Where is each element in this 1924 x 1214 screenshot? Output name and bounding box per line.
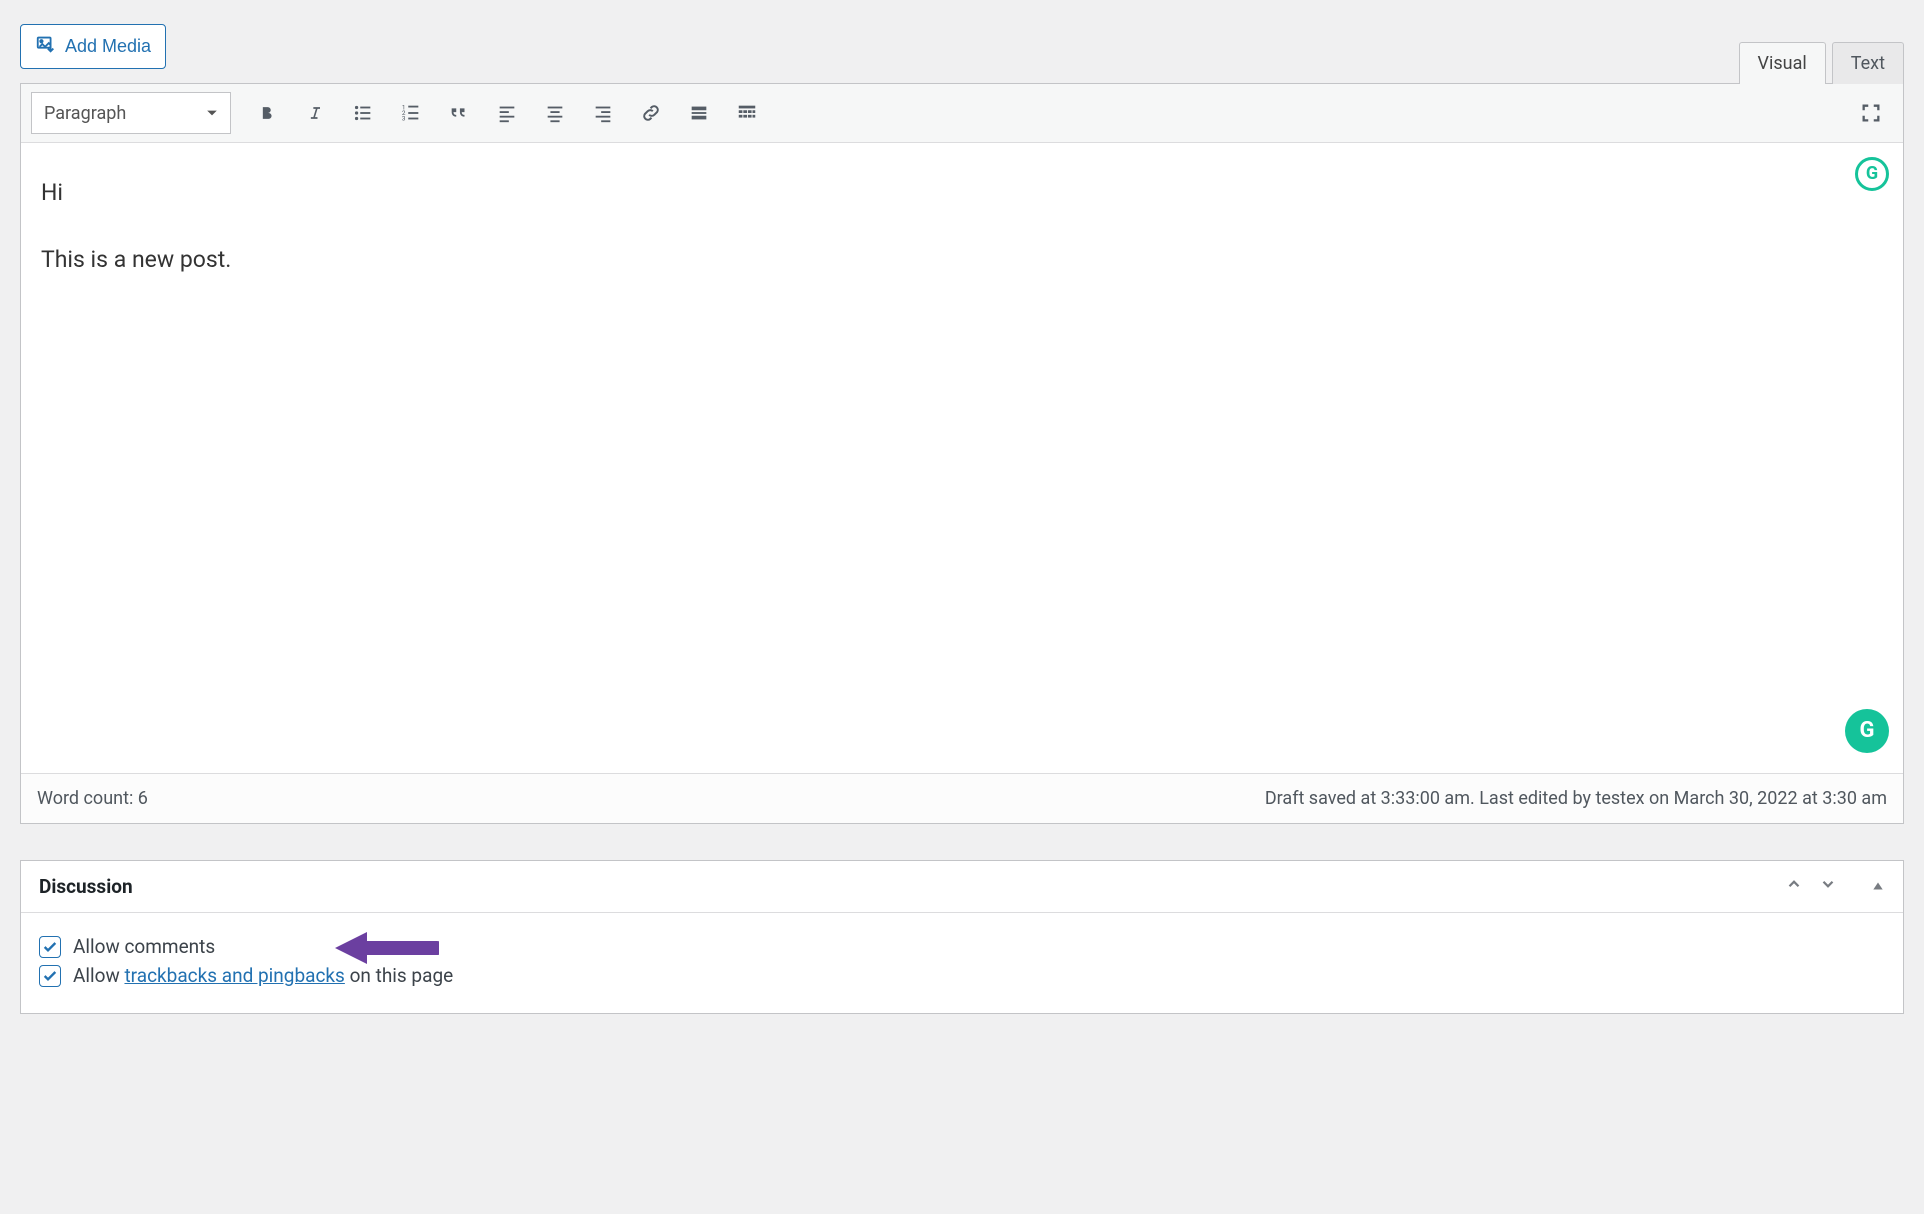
grammarly-icon[interactable]: G [1855,157,1889,191]
tab-text[interactable]: Text [1832,42,1904,84]
add-media-label: Add Media [65,36,151,57]
toolbar-toggle-button[interactable] [725,92,769,134]
allow-trackbacks-checkbox[interactable] [39,965,61,987]
align-center-button[interactable] [533,92,577,134]
blockquote-button[interactable] [437,92,481,134]
trackbacks-link[interactable]: trackbacks and pingbacks [124,964,344,987]
allow-trackbacks-label: Allow trackbacks and pingbacks on this p… [73,964,453,987]
fullscreen-button[interactable] [1849,92,1893,134]
status-bar: Word count: 6 Draft saved at 3:33:00 am.… [21,773,1903,823]
svg-text:3: 3 [402,114,406,122]
chevron-down-icon [206,103,218,124]
link-button[interactable] [629,92,673,134]
editor-toolbar: Paragraph 123 [21,84,1903,143]
numbered-list-button[interactable]: 123 [389,92,433,134]
bullet-list-button[interactable] [341,92,385,134]
align-right-button[interactable] [581,92,625,134]
word-count: Word count: 6 [37,788,148,809]
content-line: Hi [41,173,1883,212]
bold-button[interactable] [245,92,289,134]
allow-comments-label: Allow comments [73,935,215,958]
add-media-button[interactable]: Add Media [20,24,166,69]
editor-mode-tabs: Visual Text [1739,42,1904,84]
italic-button[interactable] [293,92,337,134]
media-icon [35,33,57,60]
read-more-button[interactable] [677,92,721,134]
paragraph-select-label: Paragraph [44,103,126,124]
toggle-panel-icon[interactable] [1871,875,1885,898]
allow-comments-checkbox[interactable] [39,936,61,958]
align-left-button[interactable] [485,92,529,134]
editor-panel: Paragraph 123 G Hi This is a new post. [20,83,1904,824]
grammarly-badge-icon[interactable]: G [1845,709,1889,753]
save-status: Draft saved at 3:33:00 am. Last edited b… [1265,788,1887,809]
paragraph-format-select[interactable]: Paragraph [31,92,231,134]
editor-content[interactable]: G Hi This is a new post. G [21,143,1903,773]
move-down-icon[interactable] [1819,875,1837,898]
move-up-icon[interactable] [1785,875,1803,898]
discussion-metabox: Discussion Allow comments [20,860,1904,1014]
discussion-title: Discussion [39,875,133,898]
content-line: This is a new post. [41,240,1883,279]
tab-visual[interactable]: Visual [1739,42,1826,84]
